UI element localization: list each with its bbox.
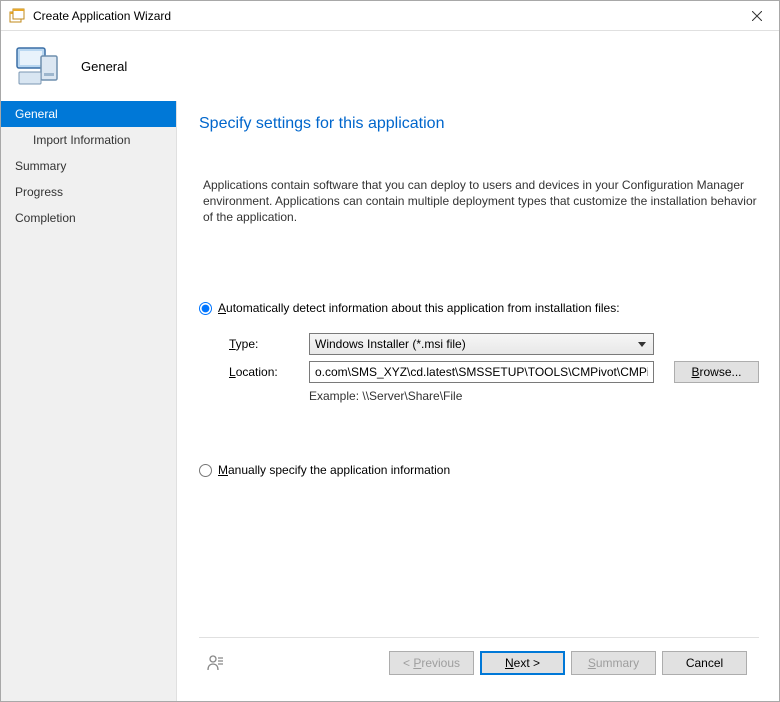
summary-button: Summary (571, 651, 656, 675)
application-wizard-icon (9, 8, 25, 24)
location-input[interactable] (309, 361, 654, 383)
location-label: Location: (229, 365, 309, 379)
cancel-button[interactable]: Cancel (662, 651, 747, 675)
sidebar-item-label: Progress (15, 185, 63, 199)
example-text: Example: \\Server\Share\File (199, 389, 759, 403)
type-value: Windows Installer (*.msi file) (315, 337, 466, 351)
type-select[interactable]: Windows Installer (*.msi file) (309, 333, 654, 355)
type-row: Type: Windows Installer (*.msi file) (199, 333, 759, 355)
page-heading: Specify settings for this application (199, 115, 759, 133)
next-button[interactable]: Next > (480, 651, 565, 675)
location-row: Location: Browse... (199, 361, 759, 383)
wizard-body: General Import Information Summary Progr… (1, 101, 779, 701)
sidebar-item-progress[interactable]: Progress (1, 179, 176, 205)
sidebar-item-label: Summary (15, 159, 66, 173)
auto-detect-option[interactable]: Automatically detect information about t… (199, 301, 759, 315)
sidebar-item-general[interactable]: General (1, 101, 176, 127)
browse-button[interactable]: Browse... (674, 361, 759, 383)
sidebar-item-summary[interactable]: Summary (1, 153, 176, 179)
manual-label: Manually specify the application informa… (218, 463, 450, 477)
auto-detect-radio[interactable] (199, 302, 212, 315)
window-title: Create Application Wizard (33, 9, 734, 23)
content-panel: Specify settings for this application Ap… (177, 101, 779, 701)
computer-icon (13, 42, 61, 90)
sidebar-item-label: Import Information (33, 133, 130, 147)
sidebar-item-completion[interactable]: Completion (1, 205, 176, 231)
auto-detect-label: Automatically detect information about t… (218, 301, 620, 315)
manual-option[interactable]: Manually specify the application informa… (199, 463, 759, 477)
sidebar-item-label: General (15, 107, 58, 121)
manual-radio[interactable] (199, 464, 212, 477)
header-band: General (1, 31, 779, 101)
content-main: Specify settings for this application Ap… (199, 115, 759, 637)
page-description: Applications contain software that you c… (199, 177, 759, 225)
close-button[interactable] (734, 1, 779, 30)
titlebar: Create Application Wizard (1, 1, 779, 31)
sidebar-item-import-information[interactable]: Import Information (1, 127, 176, 153)
sidebar-item-label: Completion (15, 211, 76, 225)
person-icon[interactable] (207, 654, 225, 672)
close-icon (752, 11, 762, 21)
step-title: General (81, 59, 127, 74)
previous-button: < Previous (389, 651, 474, 675)
wizard-window: Create Application Wizard General Genera… (0, 0, 780, 702)
sidebar: General Import Information Summary Progr… (1, 101, 177, 701)
type-label: Type: (229, 337, 309, 351)
footer: < Previous Next > Summary Cancel (199, 637, 759, 687)
